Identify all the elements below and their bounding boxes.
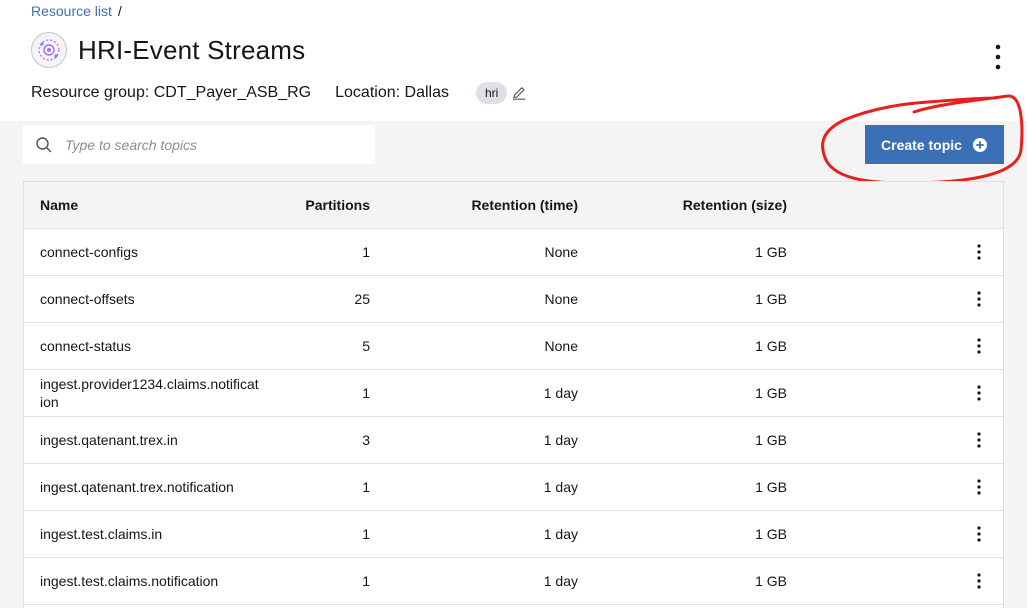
- header-retention-size: Retention (size): [682, 197, 787, 213]
- retention-size-value: 1 GB: [755, 479, 787, 495]
- event-streams-icon: [31, 32, 67, 68]
- row-overflow-menu-icon[interactable]: [970, 323, 988, 369]
- table-row[interactable]: connect-configs 1 None 1 GB: [24, 229, 1003, 276]
- retention-time-value: 1 day: [543, 573, 578, 589]
- partitions-value: 1: [362, 573, 370, 589]
- retention-size-value: 1 GB: [755, 291, 787, 307]
- edit-tags-icon[interactable]: [511, 85, 527, 101]
- row-overflow-menu-icon[interactable]: [970, 370, 988, 416]
- search-input[interactable]: [65, 136, 365, 153]
- table-row[interactable]: ingest.qatenant.trex.notification 1 1 day 1…: [24, 464, 1003, 511]
- row-overflow-menu-icon[interactable]: [970, 558, 988, 604]
- header-retention-time: Retention (time): [471, 197, 578, 213]
- topic-name: ingest.test.claims.notification: [40, 573, 219, 589]
- retention-size-value: 1 GB: [755, 244, 787, 260]
- partitions-value: 1: [362, 244, 370, 260]
- retention-size-value: 1 GB: [755, 338, 787, 354]
- row-overflow-menu-icon[interactable]: [970, 229, 988, 275]
- breadcrumb-resource-list-link[interactable]: Resource list: [31, 3, 112, 19]
- row-overflow-menu-icon[interactable]: [970, 511, 988, 557]
- topic-name: ingest.qatenant.trex.in: [40, 432, 178, 448]
- overflow-menu-icon[interactable]: [988, 42, 1008, 72]
- partitions-value: 1: [362, 526, 370, 542]
- topic-name: connect-configs: [40, 244, 139, 260]
- add-circle-icon: [972, 137, 988, 153]
- page-title: HRI-Event Streams: [78, 34, 306, 65]
- topic-name: ingest.qatenant.trex.notification: [40, 479, 234, 495]
- table-row[interactable]: connect-offsets 25 None 1 GB: [24, 276, 1003, 323]
- retention-time-value: None: [544, 338, 578, 354]
- row-overflow-menu-icon[interactable]: [970, 417, 988, 463]
- partitions-value: 5: [362, 338, 370, 354]
- partitions-value: 3: [362, 432, 370, 448]
- header-name: Name: [40, 197, 79, 213]
- table-row[interactable]: ingest.test.claims.notification 1 1 day 1 G…: [24, 558, 1003, 605]
- partitions-value: 25: [354, 291, 370, 307]
- topic-name: ingest.provider1234.claims.notification: [40, 376, 259, 410]
- resource-meta: Resource group: CDT_Payer_ASB_RG Locatio…: [31, 81, 527, 105]
- header-partitions: Partitions: [305, 197, 370, 213]
- partitions-value: 1: [362, 385, 370, 401]
- retention-size-value: 1 GB: [755, 385, 787, 401]
- page-header: HRI-Event Streams: [31, 32, 305, 68]
- retention-time-value: None: [544, 291, 578, 307]
- resource-group-text: Resource group: CDT_Payer_ASB_RG: [31, 84, 312, 101]
- retention-time-value: 1 day: [543, 526, 578, 542]
- topic-name: connect-status: [40, 338, 132, 354]
- retention-time-value: 1 day: [543, 479, 578, 495]
- table-header: Name Partitions Retention (time) Retenti…: [24, 182, 1003, 229]
- retention-size-value: 1 GB: [755, 432, 787, 448]
- location-text: Location: Dallas: [335, 84, 449, 101]
- topics-table: Name Partitions Retention (time) Retenti…: [23, 181, 1004, 608]
- retention-size-value: 1 GB: [755, 526, 787, 542]
- tag-badge: hri: [475, 82, 508, 104]
- table-row[interactable]: ingest.test.claims.in 1 1 day 1 GB: [24, 511, 1003, 558]
- breadcrumb: Resource list /: [31, 3, 122, 19]
- breadcrumb-separator: /: [117, 3, 122, 19]
- retention-time-value: 1 day: [543, 385, 578, 401]
- row-overflow-menu-icon[interactable]: [970, 276, 988, 322]
- row-overflow-menu-icon[interactable]: [970, 464, 988, 510]
- topic-name: ingest.test.claims.in: [40, 526, 163, 542]
- table-body: connect-configs 1 None 1 GB connect-offsets 2…: [24, 229, 1003, 605]
- table-row[interactable]: ingest.qatenant.trex.in 3 1 day 1 GB: [24, 417, 1003, 464]
- topic-name: connect-offsets: [40, 291, 135, 307]
- retention-time-value: None: [544, 244, 578, 260]
- retention-size-value: 1 GB: [755, 573, 787, 589]
- create-topic-label: Create topic: [881, 136, 962, 153]
- retention-time-value: 1 day: [543, 432, 578, 448]
- table-row[interactable]: ingest.provider1234.claims.notification 1…: [24, 370, 1003, 417]
- table-row[interactable]: connect-status 5 None 1 GB: [24, 323, 1003, 370]
- create-topic-button[interactable]: Create topic: [865, 125, 1004, 164]
- topic-search[interactable]: [23, 125, 375, 164]
- partitions-value: 1: [362, 479, 370, 495]
- search-icon: [35, 136, 53, 154]
